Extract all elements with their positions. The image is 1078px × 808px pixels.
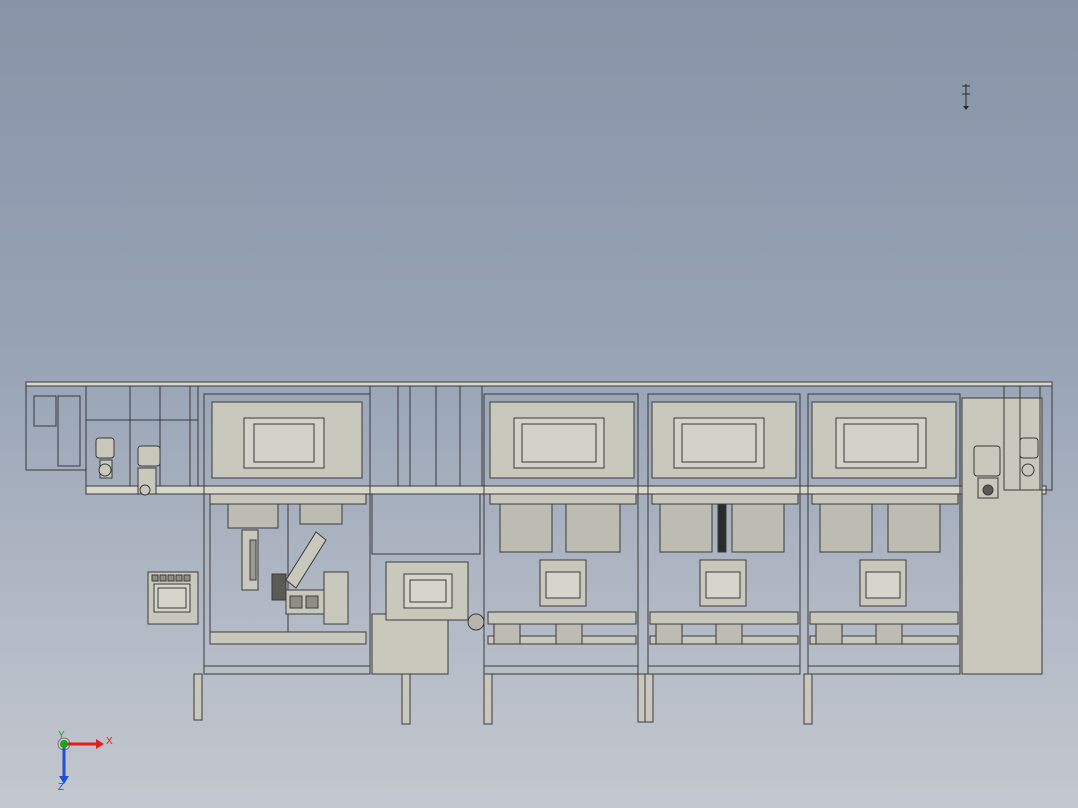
leveling-feet (193, 673, 813, 725)
hmi-panel-left[interactable] (147, 571, 199, 625)
module-4-cabinet (807, 393, 961, 675)
y-axis (60, 740, 68, 748)
assembly-model[interactable] (0, 0, 1078, 808)
transfer-section (369, 385, 485, 675)
cad-viewport[interactable]: X Y Z (0, 0, 1078, 808)
z-axis-label: Z (58, 782, 64, 792)
module-2-cabinet (483, 393, 639, 675)
view-indicator-icon (962, 84, 970, 110)
axis-triad: X Y Z (57, 730, 113, 792)
x-axis-label: X (106, 736, 113, 747)
right-end-frame (961, 385, 1053, 675)
module-1-frame (203, 393, 371, 675)
module-3-cabinet (647, 393, 801, 675)
y-axis-label: Y (58, 730, 65, 741)
